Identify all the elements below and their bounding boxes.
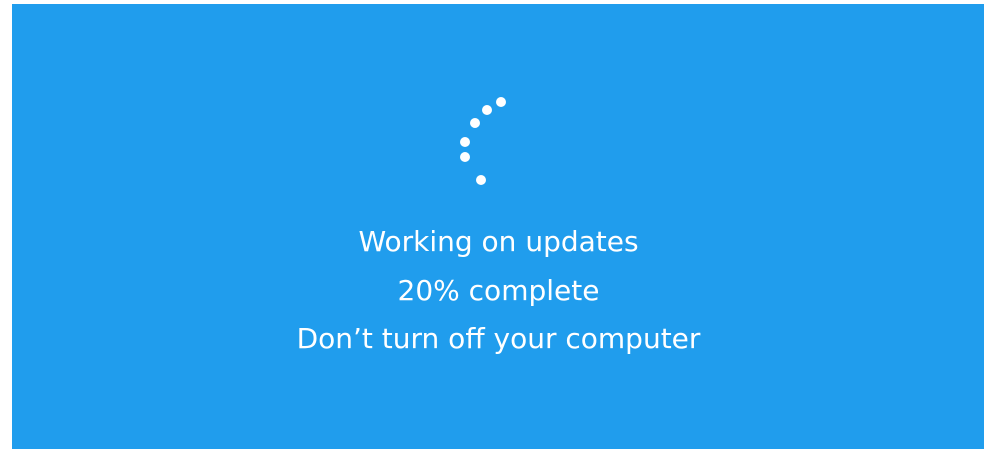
spinner-dot-icon — [460, 152, 470, 162]
spinner-dot-icon — [482, 105, 492, 115]
update-screen: Working on updates 20% complete Don’t tu… — [12, 4, 984, 449]
spinner-dot-icon — [460, 137, 470, 147]
spinner-dot-icon — [496, 97, 506, 107]
progress-text: 20% complete — [397, 274, 600, 307]
spinner-dot-icon — [476, 175, 486, 185]
status-title: Working on updates — [358, 225, 639, 258]
warning-text: Don’t turn off your computer — [296, 322, 701, 355]
spinner-dot-icon — [470, 118, 480, 128]
